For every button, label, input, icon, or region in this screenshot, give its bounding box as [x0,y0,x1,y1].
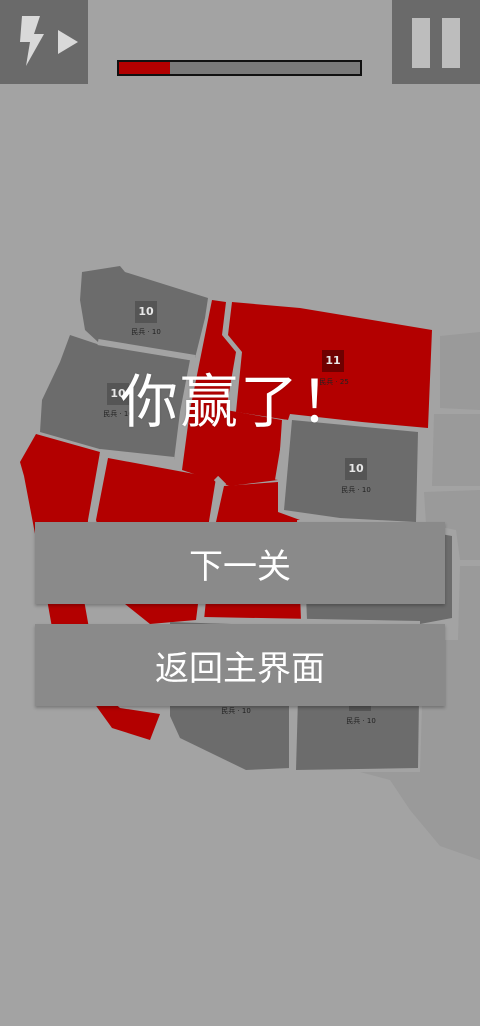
troop-caption-new-mexico: 民兵 · 10 [346,717,376,725]
troop-caption-wyoming: 民兵 · 10 [341,486,371,494]
game-map [20,266,480,860]
progress-fill [119,62,170,74]
pause-icon [412,18,460,68]
main-menu-label: 返回主界面 [155,648,325,689]
main-menu-button[interactable]: 返回主界面 [35,624,445,706]
lightning-play-icon [20,16,78,66]
next-level-button[interactable]: 下一关 [35,522,445,604]
troop-caption-washington: 民兵 · 10 [131,328,161,336]
speed-button[interactable] [0,0,88,84]
pause-button[interactable] [392,0,480,84]
conquest-progress-bar [117,60,362,76]
troop-badge-washington: 10 [135,301,157,323]
troop-badge-wyoming: 10 [345,458,367,480]
region-east-4[interactable] [458,566,480,640]
troop-caption-arizona: 民兵 · 10 [221,707,251,715]
victory-title: 你赢了！ [119,368,360,436]
next-level-label: 下一关 [189,546,291,587]
